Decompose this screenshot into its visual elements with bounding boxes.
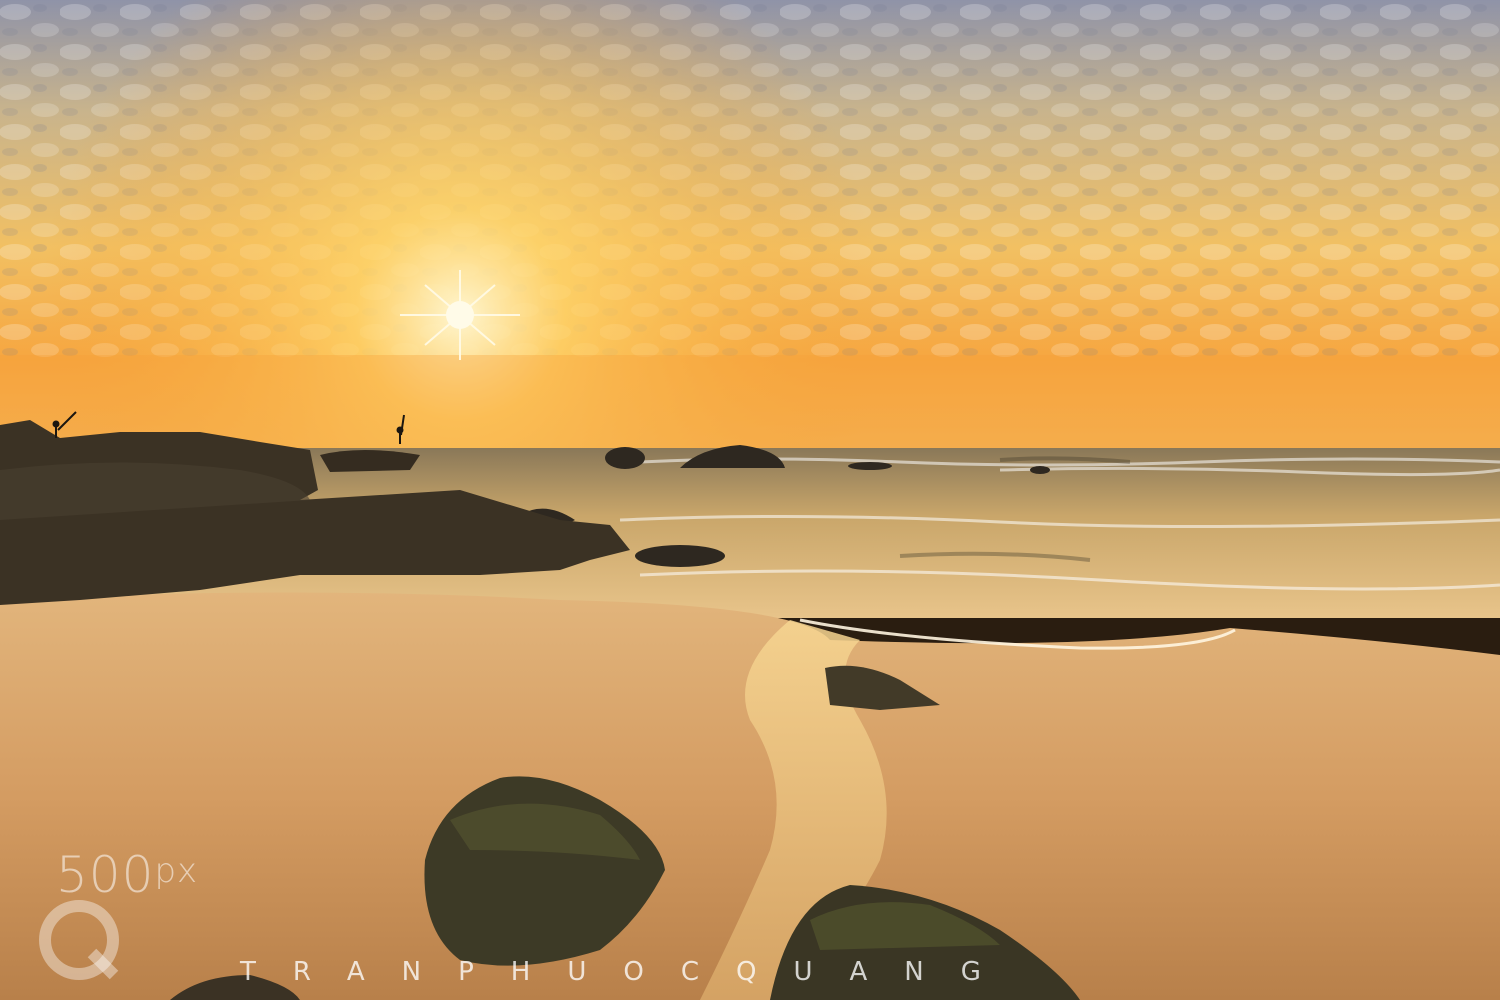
photo-scene: 500px TRANPHUOCQUANG [0, 0, 1500, 1000]
watermark-logo: 500px [56, 850, 198, 900]
watermark-lens-icon [39, 900, 119, 980]
watermark-logo-suffix: px [154, 851, 199, 891]
photographer-signature: TRANPHUOCQUANG [240, 957, 1018, 987]
beach-sunset-photo [0, 0, 1500, 1000]
